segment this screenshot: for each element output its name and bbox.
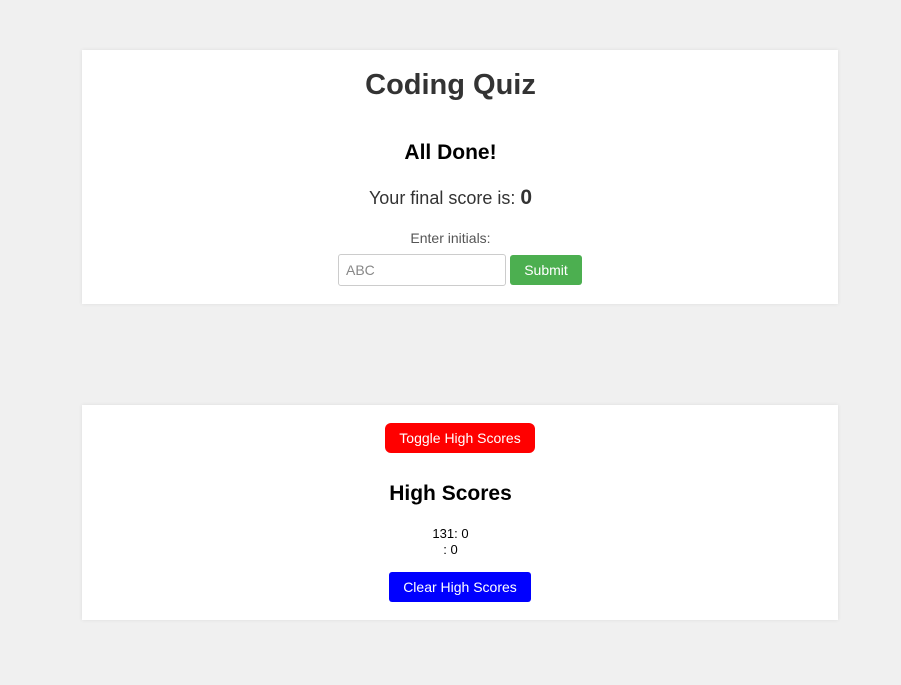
- final-score-label: Your final score is:: [368, 188, 521, 208]
- initials-input[interactable]: [338, 254, 506, 286]
- clear-high-scores-button[interactable]: Clear High Scores: [389, 572, 531, 602]
- done-heading: All Done!: [404, 141, 497, 164]
- high-scores-list: 131: 0 : 0: [0, 526, 901, 558]
- high-scores-heading: High Scores: [389, 482, 512, 505]
- final-score-value: 0: [520, 186, 533, 209]
- high-score-entry: 131: 0: [432, 526, 469, 541]
- final-score-text: Your final score is: 0: [0, 185, 901, 211]
- toggle-high-scores-button[interactable]: Toggle High Scores: [385, 423, 535, 453]
- initials-label: Enter initials:: [410, 230, 491, 246]
- high-score-entry: : 0: [443, 542, 458, 557]
- page-title: Coding Quiz: [365, 69, 536, 101]
- submit-button[interactable]: Submit: [510, 255, 582, 285]
